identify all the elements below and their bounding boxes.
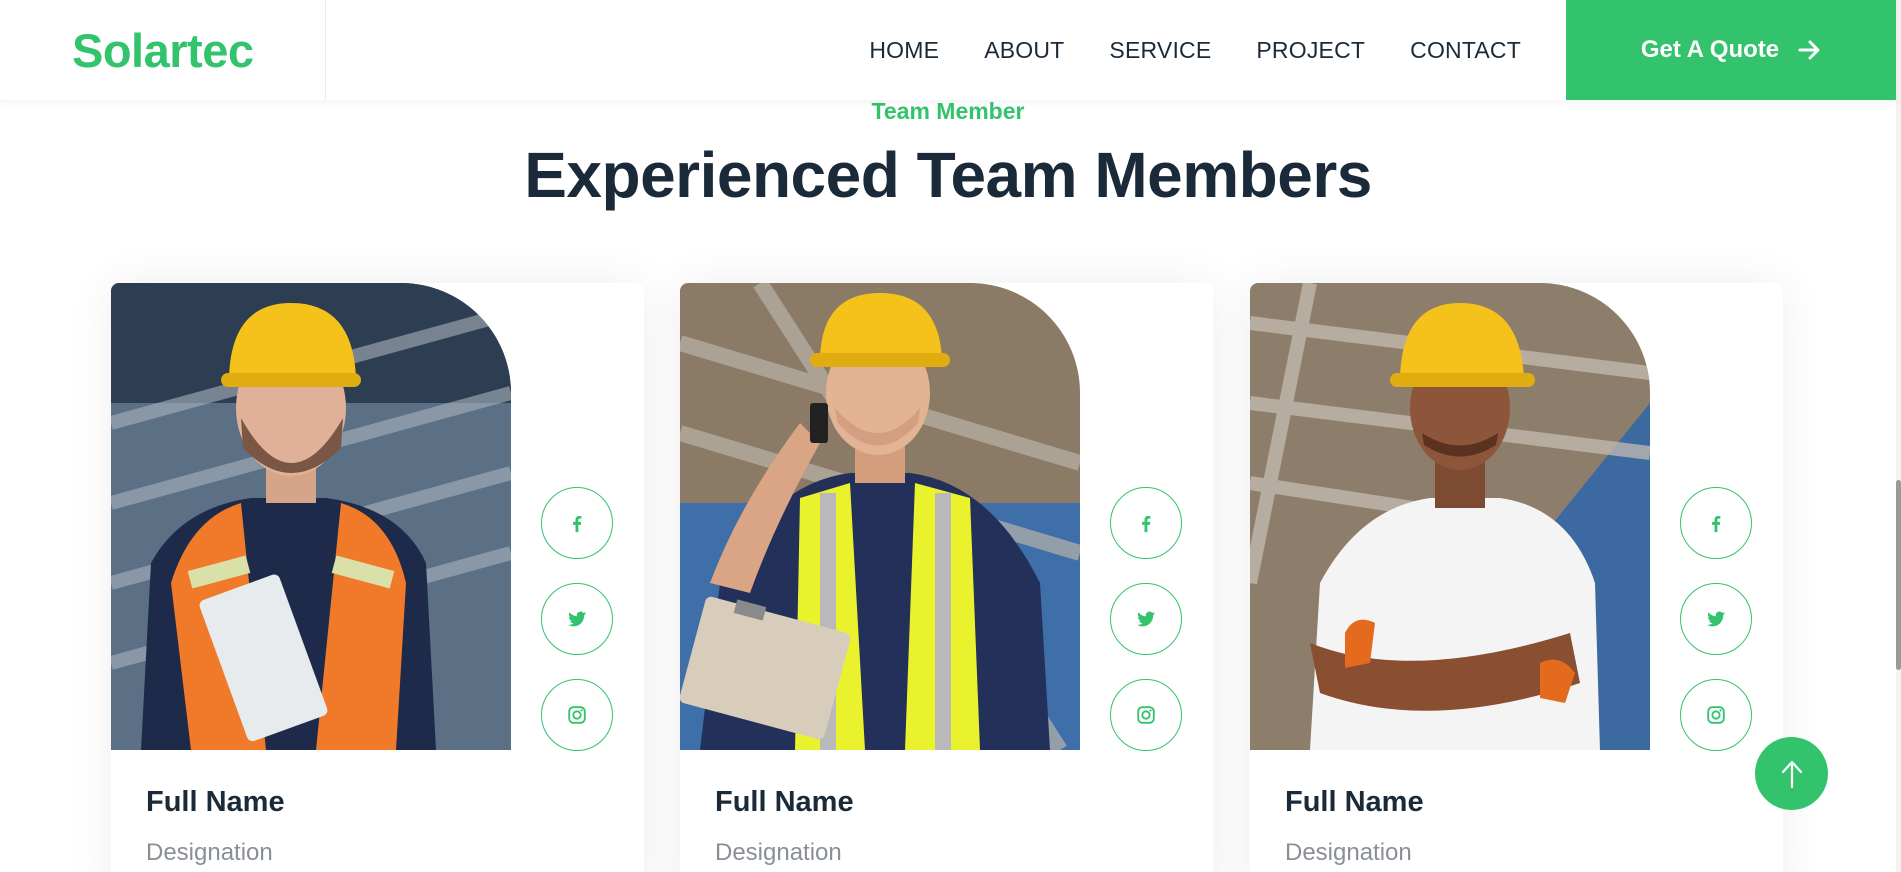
navbar: Solartec HOME ABOUT SERVICE PROJECT CONT…: [0, 0, 1896, 100]
twitter-button[interactable]: [1680, 583, 1752, 655]
nav-link-project[interactable]: PROJECT: [1256, 37, 1365, 64]
twitter-icon: [567, 611, 587, 627]
twitter-button[interactable]: [1110, 583, 1182, 655]
brand-container: Solartec: [0, 0, 326, 100]
get-a-quote-label: Get A Quote: [1640, 36, 1780, 63]
brand-logo[interactable]: Solartec: [72, 23, 254, 78]
member-name: Full Name: [715, 786, 854, 818]
facebook-icon: [1712, 515, 1721, 533]
nav-link-service[interactable]: SERVICE: [1109, 37, 1211, 64]
section-eyebrow: Team Member: [871, 98, 1025, 124]
instagram-icon: [1707, 706, 1725, 724]
facebook-icon: [573, 515, 582, 533]
team-card: Full Name Designation: [111, 283, 644, 872]
team-card: Full Name Designation: [1250, 283, 1783, 872]
member-name: Full Name: [1285, 786, 1424, 818]
social-links: [1680, 487, 1752, 751]
instagram-icon: [1137, 706, 1155, 724]
instagram-button[interactable]: [1110, 679, 1182, 751]
facebook-button[interactable]: [1680, 487, 1752, 559]
facebook-icon: [1142, 515, 1151, 533]
arrow-up-icon: [1781, 760, 1802, 788]
scrollbar-thumb[interactable]: [1896, 480, 1901, 670]
twitter-icon: [1136, 611, 1156, 627]
member-name: Full Name: [146, 786, 285, 818]
team-card: Full Name Designation: [680, 283, 1213, 872]
get-a-quote-button[interactable]: Get A Quote: [1566, 0, 1896, 100]
nav-link-home[interactable]: HOME: [869, 37, 939, 64]
member-designation: Designation: [715, 839, 842, 866]
social-links: [541, 487, 613, 751]
instagram-button[interactable]: [541, 679, 613, 751]
twitter-icon: [1706, 611, 1726, 627]
facebook-button[interactable]: [1110, 487, 1182, 559]
scrollbar-track[interactable]: [1896, 0, 1901, 872]
team-member-photo: [111, 283, 511, 750]
main-nav: HOME ABOUT SERVICE PROJECT CONTACT: [869, 0, 1566, 100]
instagram-button[interactable]: [1680, 679, 1752, 751]
twitter-button[interactable]: [541, 583, 613, 655]
nav-link-about[interactable]: ABOUT: [984, 37, 1064, 64]
social-links: [1110, 487, 1182, 751]
team-member-photo: [680, 283, 1080, 750]
team-member-photo: [1250, 283, 1650, 750]
section-title: Experienced Team Members: [524, 139, 1372, 211]
page: Solartec HOME ABOUT SERVICE PROJECT CONT…: [0, 0, 1901, 872]
member-designation: Designation: [1285, 839, 1412, 866]
member-designation: Designation: [146, 839, 273, 866]
nav-link-contact[interactable]: CONTACT: [1410, 37, 1521, 64]
instagram-icon: [568, 706, 586, 724]
back-to-top-button[interactable]: [1755, 737, 1828, 810]
facebook-button[interactable]: [541, 487, 613, 559]
arrow-right-icon: [1798, 40, 1820, 60]
